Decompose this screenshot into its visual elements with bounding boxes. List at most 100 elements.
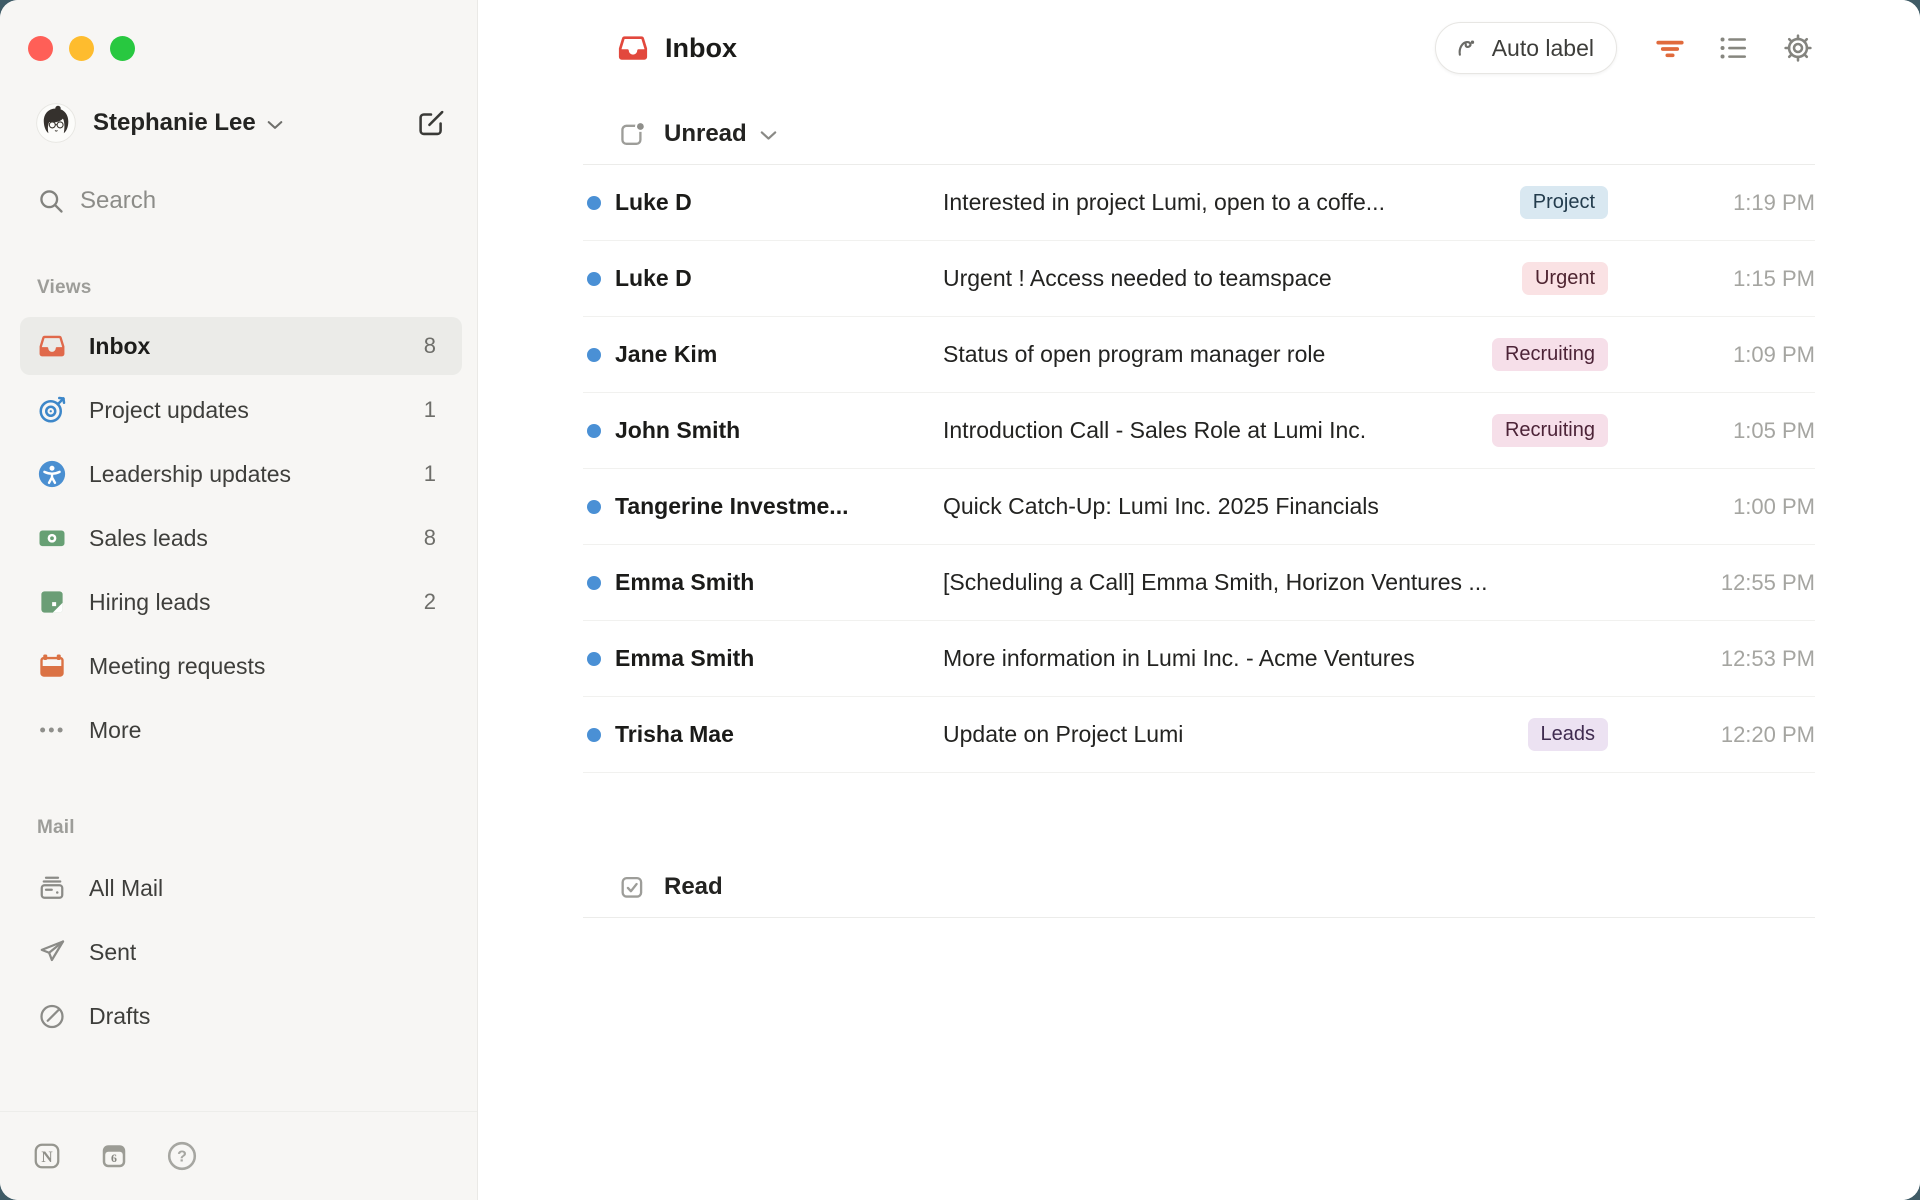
sidebar-item-label: Hiring leads [89, 589, 210, 616]
auto-label-button[interactable]: Auto label [1435, 22, 1617, 74]
search-label: Search [80, 187, 156, 215]
sidebar-item-label: More [89, 717, 141, 744]
list-view-button[interactable] [1717, 31, 1751, 65]
email-time: 1:09 PM [1693, 342, 1815, 368]
email-subject: Introduction Call - Sales Role at Lumi I… [943, 417, 1492, 444]
compose-icon [415, 107, 447, 139]
email-sender: Trisha Mae [615, 721, 943, 748]
sidebar-item-more[interactable]: More [20, 701, 462, 759]
unread-count: 2 [424, 589, 436, 615]
email-time: 12:55 PM [1693, 570, 1815, 596]
email-label-badge[interactable]: Recruiting [1492, 338, 1608, 371]
email-row[interactable]: Luke D Urgent ! Access needed to teamspa… [583, 241, 1815, 317]
email-time: 12:53 PM [1693, 646, 1815, 672]
sidebar-item-meeting-requests[interactable]: Meeting requests [20, 637, 462, 695]
draft-pencil-icon [37, 1001, 67, 1031]
unread-section-header-wrap: Unread [583, 80, 1815, 165]
mail-stack-icon [37, 873, 67, 903]
email-subject: Status of open program manager role [943, 341, 1492, 368]
email-label-badge[interactable]: Project [1520, 186, 1608, 219]
calendar-day-icon[interactable]: 6 [99, 1141, 129, 1171]
account-switcher[interactable]: Stephanie Lee [36, 103, 447, 143]
zoom-window-button[interactable] [110, 36, 135, 61]
sidebar-item-label: Leadership updates [89, 461, 291, 488]
paper-plane-icon [37, 937, 67, 967]
sidebar-item-all-mail[interactable]: All Mail [20, 859, 462, 917]
email-row[interactable]: Emma Smith [Scheduling a Call] Emma Smit… [583, 545, 1815, 621]
note-icon [37, 587, 67, 617]
unread-dot [587, 500, 601, 514]
sidebar-item-sent[interactable]: Sent [20, 923, 462, 981]
email-subject: [Scheduling a Call] Emma Smith, Horizon … [943, 569, 1693, 596]
email-time: 1:15 PM [1693, 266, 1815, 292]
sidebar-item-leadership-updates[interactable]: Leadership updates 1 [20, 445, 462, 503]
read-section-label: Read [664, 873, 723, 901]
email-label-badge[interactable]: Recruiting [1492, 414, 1608, 447]
email-subject: Interested in project Lumi, open to a co… [943, 189, 1520, 216]
unread-dot [587, 272, 601, 286]
sidebar-item-hiring-leads[interactable]: Hiring leads 2 [20, 573, 462, 631]
read-section-header[interactable]: Read [618, 873, 1815, 917]
read-checkbox-icon [618, 873, 646, 901]
email-list: Luke D Interested in project Lumi, open … [583, 165, 1815, 773]
email-time: 1:19 PM [1693, 190, 1815, 216]
close-window-button[interactable] [28, 36, 53, 61]
sidebar-item-sales-leads[interactable]: Sales leads 8 [20, 509, 462, 567]
mail-section-label: Mail [37, 817, 477, 839]
main-title-group: Inbox [616, 31, 737, 65]
views-section-label: Views [37, 277, 477, 299]
compose-button[interactable] [415, 107, 447, 139]
unread-dot [587, 728, 601, 742]
unread-dot [587, 424, 601, 438]
svg-text:?: ? [177, 1149, 187, 1166]
list-icon [1718, 32, 1750, 64]
email-row[interactable]: Jane Kim Status of open program manager … [583, 317, 1815, 393]
email-row[interactable]: Luke D Interested in project Lumi, open … [583, 165, 1815, 241]
inbox-tray-icon [37, 331, 67, 361]
sidebar: Stephanie Lee Search Views [0, 0, 478, 1200]
email-subject: More information in Lumi Inc. - Acme Ven… [943, 645, 1693, 672]
email-sender: Tangerine Investme... [615, 493, 943, 520]
app-window: Stephanie Lee Search Views [0, 0, 1920, 1200]
unread-count: 8 [424, 525, 436, 551]
email-label-badge[interactable]: Urgent [1522, 262, 1608, 295]
search-button[interactable]: Search [37, 183, 447, 219]
filter-icon [1653, 33, 1687, 63]
filter-button[interactable] [1653, 31, 1687, 65]
sidebar-item-drafts[interactable]: Drafts [20, 987, 462, 1045]
unread-count: 1 [424, 461, 436, 487]
unread-dot [587, 576, 601, 590]
mail-nav: All Mail Sent Drafts [0, 859, 477, 1051]
unread-dot [587, 652, 601, 666]
account-name: Stephanie Lee [93, 109, 256, 137]
money-bill-icon [37, 523, 67, 553]
sidebar-item-project-updates[interactable]: Project updates 1 [20, 381, 462, 439]
auto-label-label: Auto label [1492, 35, 1594, 62]
unread-section-header[interactable]: Unread [618, 120, 1815, 164]
read-section-header-wrap: Read [583, 873, 1815, 918]
target-icon [37, 395, 67, 425]
gear-icon [1782, 32, 1814, 64]
sidebar-item-inbox[interactable]: Inbox 8 [20, 317, 462, 375]
main-content: Inbox Auto label [478, 0, 1920, 1200]
email-sender: Jane Kim [615, 341, 943, 368]
unread-icon [618, 120, 646, 148]
help-icon[interactable]: ? [166, 1140, 198, 1172]
ellipsis-icon [37, 715, 67, 745]
email-row[interactable]: Trisha Mae Update on Project Lumi Leads … [583, 697, 1815, 773]
email-row[interactable]: Tangerine Investme... Quick Catch-Up: Lu… [583, 469, 1815, 545]
email-sender: John Smith [615, 417, 943, 444]
email-row[interactable]: John Smith Introduction Call - Sales Rol… [583, 393, 1815, 469]
email-label-badge[interactable]: Leads [1528, 718, 1609, 751]
minimize-window-button[interactable] [69, 36, 94, 61]
email-row[interactable]: Emma Smith More information in Lumi Inc.… [583, 621, 1815, 697]
sidebar-item-label: Sent [89, 939, 136, 966]
email-sender: Luke D [615, 189, 943, 216]
sidebar-footer: N 6 ? [0, 1111, 477, 1200]
settings-button[interactable] [1781, 31, 1815, 65]
notion-logo-icon[interactable]: N [32, 1141, 62, 1171]
email-subject: Update on Project Lumi [943, 721, 1528, 748]
sidebar-item-label: Inbox [89, 333, 150, 360]
sidebar-item-label: Drafts [89, 1003, 150, 1030]
page-title: Inbox [665, 33, 737, 64]
